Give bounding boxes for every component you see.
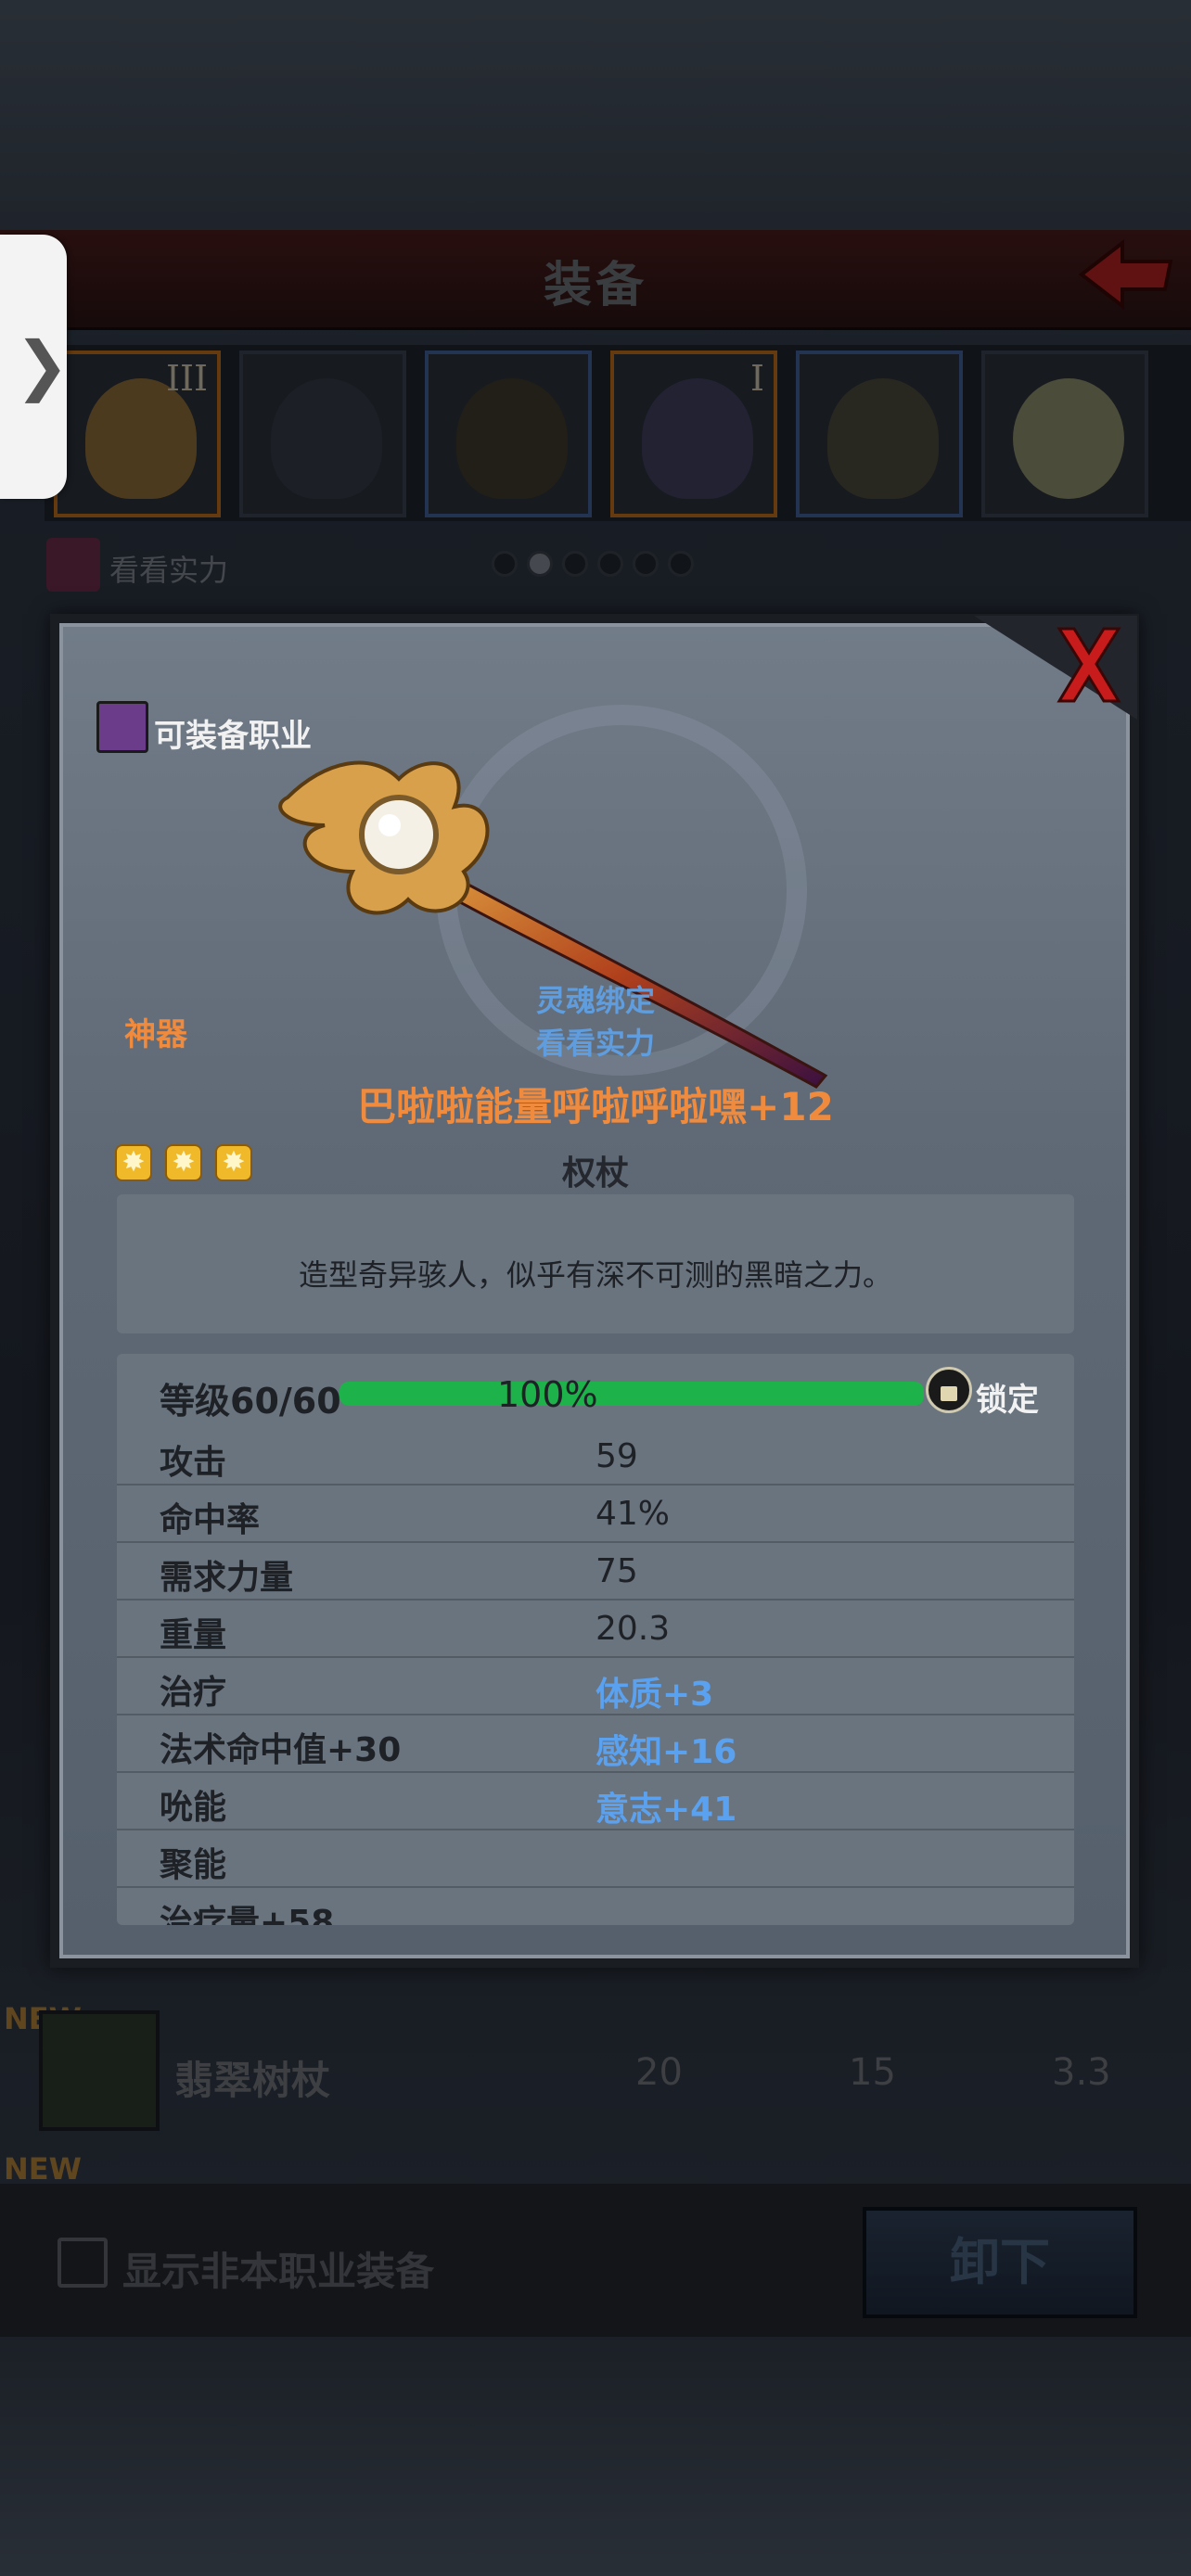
stat-value: 41% <box>596 1495 671 1533</box>
item-name: 巴啦啦能量呼啦呼啦嘿+12 <box>357 1084 834 1129</box>
item-type: 权杖 <box>561 1154 629 1192</box>
stats-panel: 等级60/60 100% 锁定 攻击 59 命中率 41% 需求力量 75 重量… <box>117 1354 1074 1925</box>
stat-name: 治疗 <box>160 1674 227 1712</box>
stat-row: 命中率 41% <box>117 1486 1074 1543</box>
level-progress-bar <box>339 1382 924 1406</box>
level-percent: 100% <box>497 1374 598 1415</box>
stat-row: 攻击 59 <box>117 1428 1074 1486</box>
stat-name: 重量 <box>160 1616 227 1654</box>
stat-name: 吮能 <box>160 1789 227 1827</box>
stat-name: 攻击 <box>160 1444 227 1482</box>
stat-row: 重量 20.3 <box>117 1600 1074 1658</box>
stat-bonus: 感知+16 <box>596 1733 737 1771</box>
stat-row: 治疗 体质+3 <box>117 1658 1074 1715</box>
job-class-icon[interactable] <box>96 701 148 753</box>
stat-bonus: 意志+41 <box>596 1791 737 1829</box>
chevron-right-icon: ❯ <box>15 327 70 403</box>
stat-name: 法术命中值+30 <box>160 1731 402 1769</box>
lock-icon[interactable] <box>926 1367 972 1413</box>
stat-row: 法术命中值+30 感知+16 <box>117 1715 1074 1773</box>
stat-name: 治疗量+58 <box>160 1904 335 1925</box>
stat-row: 聚能 <box>117 1830 1074 1888</box>
soulbound-label: 灵魂绑定 <box>535 983 655 1018</box>
stat-name: 聚能 <box>160 1846 227 1884</box>
stat-value: 75 <box>596 1552 638 1590</box>
item-description: 造型奇异骇人，似乎有深不可测的黑暗之力。 <box>298 1257 892 1293</box>
stat-value: 59 <box>596 1437 638 1475</box>
stat-row: 治疗量+58 <box>117 1888 1074 1925</box>
stat-value: 20.3 <box>596 1610 671 1648</box>
stat-name: 需求力量 <box>160 1559 294 1597</box>
look-strength-link[interactable]: 看看实力 <box>0 1020 1191 1063</box>
stat-name: 命中率 <box>160 1501 261 1539</box>
stat-row: 需求力量 75 <box>117 1543 1074 1600</box>
lock-label[interactable]: 锁定 <box>976 1374 1039 1420</box>
level-label: 等级60/60 <box>160 1381 341 1422</box>
level-row: 等级60/60 100% 锁定 <box>117 1354 1074 1428</box>
side-drawer-handle[interactable]: ❯ <box>0 235 70 499</box>
stat-bonus: 体质+3 <box>596 1676 714 1714</box>
close-icon[interactable] <box>974 612 1141 723</box>
stat-row: 吮能 意志+41 <box>117 1773 1074 1830</box>
